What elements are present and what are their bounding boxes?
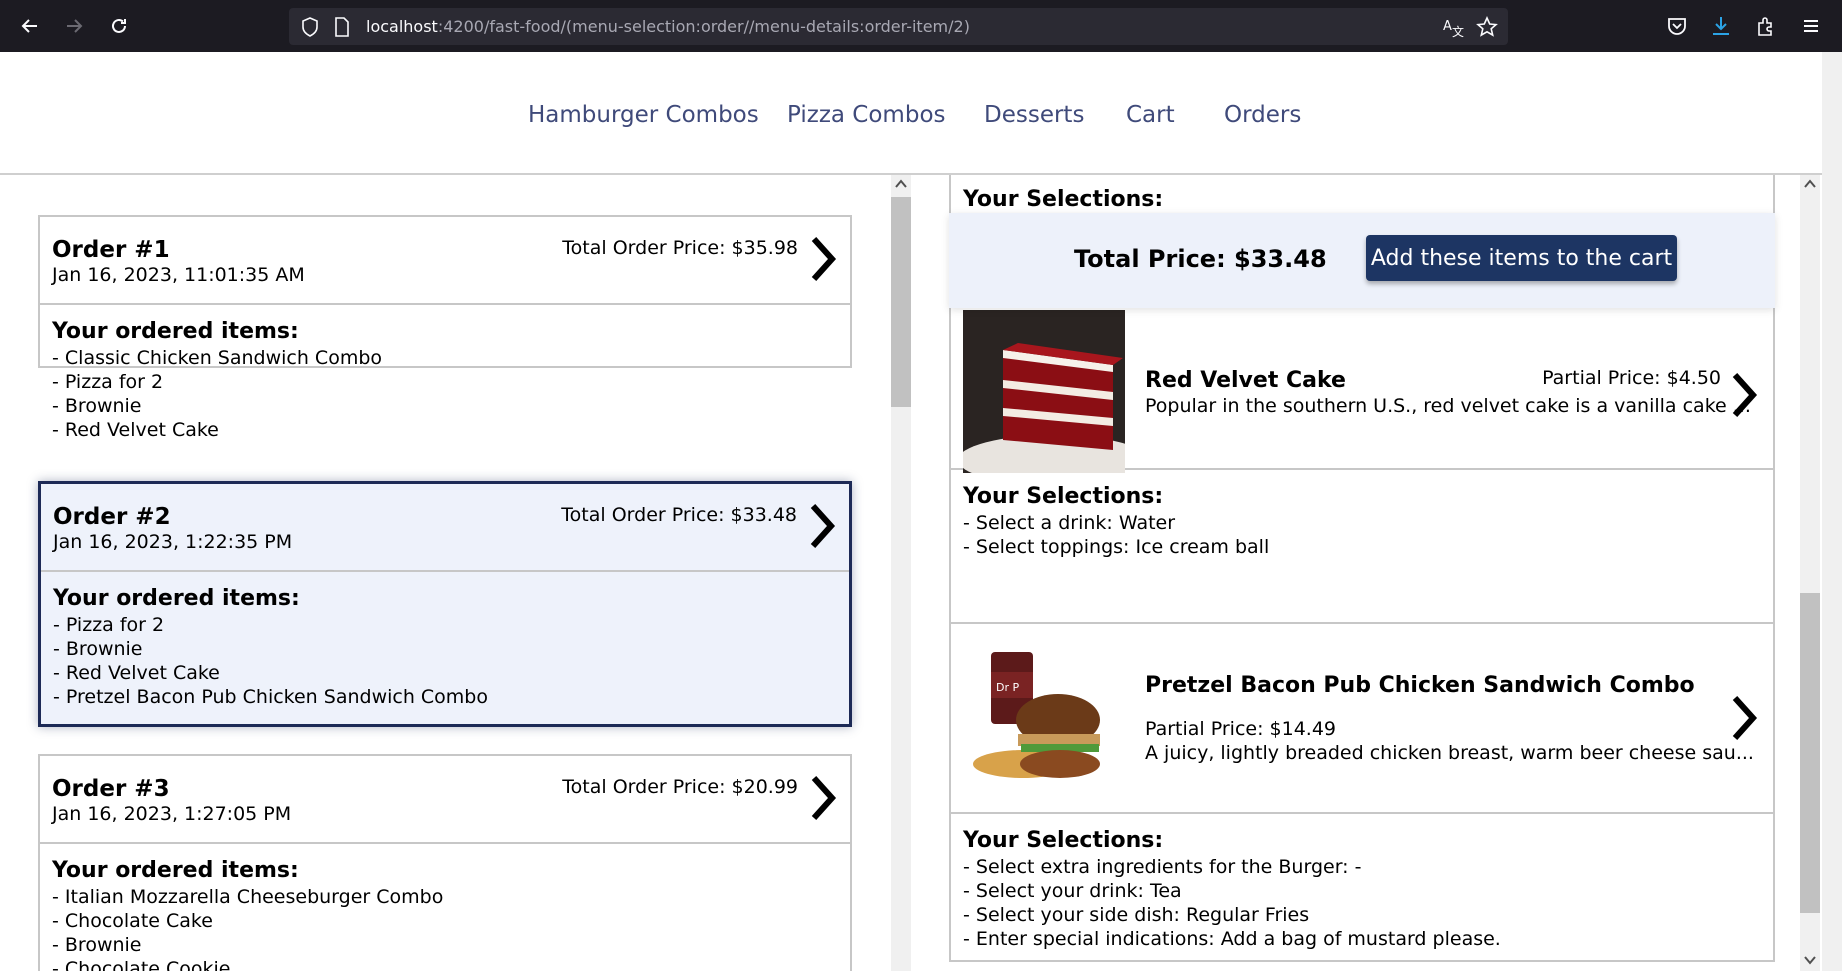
url-bar[interactable]: localhost:4200/fast-food/(menu-selection… (289, 8, 1508, 45)
total-price-bar: Total Price: $33.48 Add these items to t… (949, 213, 1775, 308)
order-title: Order #2 (53, 504, 171, 530)
order-item: - Chocolate Cookie (52, 958, 231, 971)
scroll-thumb[interactable] (1800, 593, 1820, 913)
forward-icon[interactable] (60, 12, 88, 40)
order-title: Order #1 (52, 237, 170, 263)
order-item: - Chocolate Cake (52, 910, 213, 932)
nav-cart[interactable]: Cart (1126, 102, 1175, 128)
nav-desserts[interactable]: Desserts (984, 102, 1084, 128)
item-header: Dr P Pretzel Bacon Pub Chicken Sandwich … (951, 624, 1773, 814)
orders-list-pane: Order #1 Jan 16, 2023, 11:01:35 AM Total… (0, 175, 911, 971)
pretzel-bacon-sandwich-image: Dr P (963, 642, 1125, 792)
selections-label: Your Selections: (963, 187, 1164, 212)
item-selections-label: Your Selections: (963, 484, 1164, 509)
scroll-up-icon[interactable] (1804, 179, 1816, 189)
order-item: - Red Velvet Cake (52, 419, 219, 441)
order-total-price: Total Order Price: $20.99 (562, 776, 798, 798)
item-selections: Your Selections: - Select extra ingredie… (951, 814, 1773, 961)
order-item: - Brownie (52, 395, 142, 417)
details-scrollbar[interactable] (1800, 175, 1820, 971)
page-scrollbar[interactable] (1822, 52, 1842, 971)
url-text[interactable]: localhost:4200/fast-food/(menu-selection… (366, 17, 970, 36)
scroll-thumb[interactable] (891, 197, 911, 407)
order-details-pane: Your Selections: Total Price: $33.48 Add… (911, 175, 1822, 971)
item-header: Red Velvet Cake Partial Price: $4.50 Pop… (951, 295, 1773, 473)
pocket-icon[interactable] (1664, 13, 1690, 39)
order-card[interactable]: Order #1 Jan 16, 2023, 11:01:35 AM Total… (38, 215, 852, 441)
bookmark-star-icon[interactable] (1476, 16, 1498, 38)
order-item: - Pizza for 2 (53, 614, 165, 636)
order-header: Order #3 Jan 16, 2023, 1:27:05 PM Total … (40, 756, 850, 844)
order-items: Your ordered items: - Pizza for 2 - Brow… (41, 572, 849, 721)
chevron-right-icon[interactable] (807, 502, 837, 550)
order-item: - Italian Mozzarella Cheeseburger Combo (52, 886, 444, 908)
translate-icon[interactable]: A文 (1442, 16, 1464, 38)
order-header: Order #1 Jan 16, 2023, 11:01:35 AM Total… (40, 217, 850, 305)
order-header: Order #2 Jan 16, 2023, 1:22:35 PM Total … (41, 484, 849, 572)
chevron-right-icon[interactable] (808, 235, 838, 283)
nav-orders[interactable]: Orders (1224, 102, 1301, 128)
total-price: Total Price: $33.48 (1074, 245, 1327, 273)
order-items: Your ordered items: - Italian Mozzarella… (40, 844, 850, 971)
order-items-label: Your ordered items: (52, 858, 299, 883)
order-item: - Red Velvet Cake (53, 662, 220, 684)
selection-line: - Enter special indications: Add a bag o… (963, 928, 1501, 950)
svg-text:A: A (1443, 19, 1452, 34)
download-icon[interactable] (1708, 13, 1734, 39)
item-name: Pretzel Bacon Pub Chicken Sandwich Combo (1145, 673, 1695, 698)
item-description: A juicy, lightly breaded chicken breast,… (1145, 742, 1754, 764)
menu-icon[interactable] (1798, 13, 1824, 39)
order-title: Order #3 (52, 776, 170, 802)
order-total-price: Total Order Price: $35.98 (562, 237, 798, 259)
selection-line: - Select a drink: Water (963, 512, 1176, 534)
extensions-icon[interactable] (1753, 13, 1779, 39)
order-item: - Brownie (52, 934, 142, 956)
scroll-down-icon[interactable] (1804, 955, 1816, 965)
item-name: Red Velvet Cake (1145, 368, 1346, 393)
item-selections: Your Selections: - Select a drink: Water… (951, 470, 1773, 572)
selection-line: - Select extra ingredients for the Burge… (963, 856, 1362, 878)
order-total-price: Total Order Price: $33.48 (561, 504, 797, 526)
order-items: Your ordered items: - Classic Chicken Sa… (40, 305, 850, 454)
nav-hamburger-combos[interactable]: Hamburger Combos (528, 102, 759, 128)
order-item: - Pretzel Bacon Pub Chicken Sandwich Com… (53, 686, 488, 708)
order-item-card[interactable]: Dr P Pretzel Bacon Pub Chicken Sandwich … (949, 622, 1775, 962)
item-description: Popular in the southern U.S., red velvet… (1145, 395, 1751, 417)
order-item: - Pizza for 2 (52, 371, 164, 393)
selection-line: - Select toppings: Ice cream ball (963, 536, 1270, 558)
chevron-right-icon[interactable] (1729, 694, 1759, 742)
add-to-cart-button[interactable]: Add these items to the cart (1366, 235, 1677, 281)
orders-scrollbar[interactable] (891, 175, 911, 971)
svg-text:文: 文 (1452, 24, 1464, 38)
app-navigation: Hamburger Combos Pizza Combos Desserts C… (0, 52, 1822, 175)
svg-text:Dr P: Dr P (996, 681, 1019, 694)
order-item: - Classic Chicken Sandwich Combo (52, 347, 383, 369)
order-card[interactable]: Order #3 Jan 16, 2023, 1:27:05 PM Total … (38, 754, 852, 971)
nav-pizza-combos[interactable]: Pizza Combos (787, 102, 946, 128)
selection-line: - Select your side dish: Regular Fries (963, 904, 1310, 926)
order-item: - Brownie (53, 638, 143, 660)
back-icon[interactable] (16, 12, 44, 40)
selection-line: - Select your drink: Tea (963, 880, 1182, 902)
order-date: Jan 16, 2023, 1:27:05 PM (52, 803, 292, 825)
item-selections-label: Your Selections: (963, 828, 1164, 853)
order-date: Jan 16, 2023, 11:01:35 AM (52, 264, 305, 286)
page-icon[interactable] (331, 16, 353, 38)
scroll-up-icon[interactable] (895, 179, 907, 189)
order-date: Jan 16, 2023, 1:22:35 PM (53, 531, 293, 553)
chevron-right-icon[interactable] (808, 774, 838, 822)
order-card-selected[interactable]: Order #2 Jan 16, 2023, 1:22:35 PM Total … (38, 481, 852, 727)
shield-icon[interactable] (299, 16, 321, 38)
order-items-label: Your ordered items: (53, 586, 300, 611)
browser-toolbar: localhost:4200/fast-food/(menu-selection… (0, 0, 1842, 52)
red-velvet-cake-image (963, 310, 1125, 473)
item-partial-price: Partial Price: $14.49 (1145, 718, 1337, 740)
item-partial-price: Partial Price: $4.50 (1542, 367, 1721, 389)
order-items-label: Your ordered items: (52, 319, 299, 344)
chevron-right-icon[interactable] (1729, 371, 1759, 419)
reload-icon[interactable] (105, 12, 133, 40)
